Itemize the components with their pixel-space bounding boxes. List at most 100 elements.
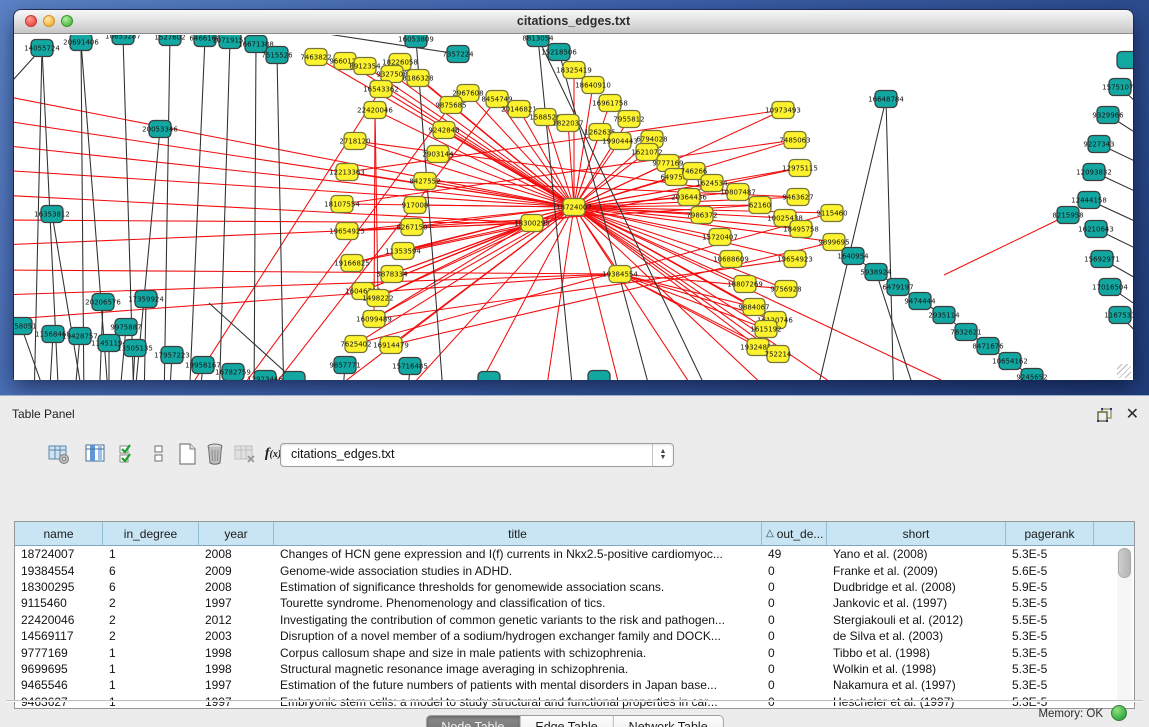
table-cell[interactable]: 2012 <box>199 613 274 627</box>
table-cell[interactable]: 0 <box>762 580 827 594</box>
network-canvas[interactable]: 1872400718300295193845547463822966012389… <box>14 34 1133 380</box>
table-cell[interactable]: 9465546 <box>15 678 103 692</box>
table-cell[interactable]: 0 <box>762 629 827 643</box>
table-cell[interactable]: Genome-wide association studies in ADHD. <box>274 564 762 578</box>
table-settings-icon[interactable] <box>46 440 72 468</box>
table-cell[interactable]: 2 <box>103 596 199 610</box>
table-cell[interactable]: 0 <box>762 678 827 692</box>
table-scrollbar[interactable] <box>1117 547 1132 707</box>
table-cell[interactable]: Wolkin et al. (1998) <box>827 662 1006 676</box>
table-row[interactable]: 911546021997Tourette syndrome. Phenomeno… <box>15 595 1134 611</box>
column-header-year[interactable]: year <box>199 522 274 545</box>
table-cell[interactable]: Tibbo et al. (1998) <box>827 646 1006 660</box>
table-cell[interactable]: 18724007 <box>15 547 103 561</box>
row-options-icon[interactable] <box>146 440 172 468</box>
column-header-pagerank[interactable]: pagerank <box>1006 522 1094 545</box>
table-cell[interactable]: 0 <box>762 613 827 627</box>
table-row[interactable]: 1872400712008Changes of HCN gene express… <box>15 546 1134 562</box>
table-cell[interactable]: 18300295 <box>15 580 103 594</box>
table-cell[interactable]: Jankovic et al. (1997) <box>827 596 1006 610</box>
column-header-name[interactable]: name <box>15 522 103 545</box>
select-columns-icon[interactable] <box>116 440 142 468</box>
table-row[interactable]: 2242004622012Investigating the contribut… <box>15 612 1134 628</box>
table-cell[interactable]: 1 <box>103 646 199 660</box>
table-scrollbar-thumb[interactable] <box>1118 548 1131 578</box>
table-cell[interactable]: 2008 <box>199 580 274 594</box>
resize-grip-icon[interactable] <box>1117 364 1131 378</box>
table-cell[interactable]: Tourette syndrome. Phenomenology and cla… <box>274 596 762 610</box>
table-cell[interactable]: Investigating the contribution of common… <box>274 613 762 627</box>
table-cell[interactable]: 5.3E-5 <box>1006 596 1094 610</box>
float-window-icon[interactable] <box>1097 408 1113 422</box>
table-cell[interactable]: 5.3E-5 <box>1006 678 1094 692</box>
table-cell[interactable]: 6 <box>103 564 199 578</box>
graph-node[interactable] <box>283 372 305 381</box>
new-table-icon[interactable] <box>174 440 200 468</box>
table-cell[interactable]: 9115460 <box>15 596 103 610</box>
table-cell[interactable]: 49 <box>762 547 827 561</box>
table-cell[interactable]: 2003 <box>199 629 274 643</box>
table-cell[interactable]: Changes of HCN gene expression and I(f) … <box>274 547 762 561</box>
network-window[interactable]: citations_edges.txt 18724007183002951938… <box>14 10 1133 378</box>
table-cell[interactable]: 19384554 <box>15 564 103 578</box>
table-cell[interactable]: 1997 <box>199 596 274 610</box>
table-cell[interactable]: 6 <box>103 580 199 594</box>
table-cell[interactable]: 2 <box>103 613 199 627</box>
table-row[interactable]: 1830029562008Estimation of significance … <box>15 579 1134 595</box>
table-cell[interactable]: 9699695 <box>15 662 103 676</box>
table-cell[interactable]: 0 <box>762 646 827 660</box>
table-cell[interactable]: Estimation of the future numbers of pati… <box>274 678 762 692</box>
graph-node[interactable] <box>1117 52 1133 69</box>
table-cell[interactable]: Disruption of a novel member of a sodium… <box>274 629 762 643</box>
table-cell[interactable]: 2009 <box>199 564 274 578</box>
table-cell[interactable]: Corpus callosum shape and size in male p… <box>274 646 762 660</box>
table-cell[interactable]: 5.3E-5 <box>1006 662 1094 676</box>
table-cell[interactable]: 5.6E-5 <box>1006 564 1094 578</box>
table-cell[interactable]: 5.3E-5 <box>1006 629 1094 643</box>
table-cell[interactable]: Dudbridge et al. (2008) <box>827 580 1006 594</box>
table-cell[interactable]: 1997 <box>199 678 274 692</box>
table-cell[interactable]: 1998 <box>199 646 274 660</box>
table-cell[interactable]: 9777169 <box>15 646 103 660</box>
citation-network-graph[interactable]: 1872400718300295193845547463822966012389… <box>14 35 1133 380</box>
table-row[interactable]: 1456911722003Disruption of a novel membe… <box>15 628 1134 644</box>
table-cell[interactable]: Yano et al. (2008) <box>827 547 1006 561</box>
table-cell[interactable]: 1 <box>103 547 199 561</box>
table-row[interactable]: 969969511998Structural magnetic resonanc… <box>15 661 1134 677</box>
table-row[interactable]: 977716911998Corpus callosum shape and si… <box>15 644 1134 660</box>
table-cell[interactable]: Nakamura et al. (1997) <box>827 678 1006 692</box>
show-columns-icon[interactable] <box>82 440 108 468</box>
table-cell[interactable]: Structural magnetic resonance image aver… <box>274 662 762 676</box>
table-row[interactable]: 1938455462009Genome-wide association stu… <box>15 562 1134 578</box>
column-header-title[interactable]: title <box>274 522 762 545</box>
table-cell[interactable]: 5.9E-5 <box>1006 580 1094 594</box>
graph-node[interactable] <box>478 372 500 381</box>
table-cell[interactable]: Stergiakouli et al. (2012) <box>827 613 1006 627</box>
table-selector-dropdown[interactable]: citations_edges.txt ▲▼ <box>280 443 674 467</box>
table-row[interactable]: 946554611997Estimation of the future num… <box>15 677 1134 693</box>
table-cell[interactable]: 2008 <box>199 547 274 561</box>
table-cell[interactable]: 5.5E-5 <box>1006 613 1094 627</box>
table-cell[interactable]: 1 <box>103 678 199 692</box>
table-cell[interactable]: 14569117 <box>15 629 103 643</box>
table-cell[interactable]: Estimation of significance thresholds fo… <box>274 580 762 594</box>
close-panel-icon[interactable]: ✕ <box>1126 404 1139 424</box>
table-cell[interactable]: 0 <box>762 662 827 676</box>
table-cell[interactable]: 1998 <box>199 662 274 676</box>
graph-node[interactable] <box>588 371 610 381</box>
table-cell[interactable]: 2 <box>103 629 199 643</box>
table-cell[interactable]: 5.3E-5 <box>1006 646 1094 660</box>
table-cell[interactable]: 0 <box>762 564 827 578</box>
column-header-indegree[interactable]: in_degree <box>103 522 199 545</box>
column-header-short[interactable]: short <box>827 522 1006 545</box>
table-cell[interactable]: 22420046 <box>15 613 103 627</box>
table-cell[interactable]: 1 <box>103 662 199 676</box>
table-cell[interactable]: de Silva et al. (2003) <box>827 629 1006 643</box>
delete-rows-icon[interactable] <box>202 440 228 468</box>
node-table[interactable]: namein_degreeyeartitle△out_de...shortpag… <box>14 521 1135 709</box>
node-table-body[interactable]: 1872400712008Changes of HCN gene express… <box>15 546 1134 710</box>
network-window-titlebar[interactable]: citations_edges.txt <box>14 10 1133 34</box>
table-cell[interactable]: Franke et al. (2009) <box>827 564 1006 578</box>
table-cell[interactable]: 5.3E-5 <box>1006 547 1094 561</box>
column-header-outde[interactable]: △out_de... <box>762 522 827 545</box>
